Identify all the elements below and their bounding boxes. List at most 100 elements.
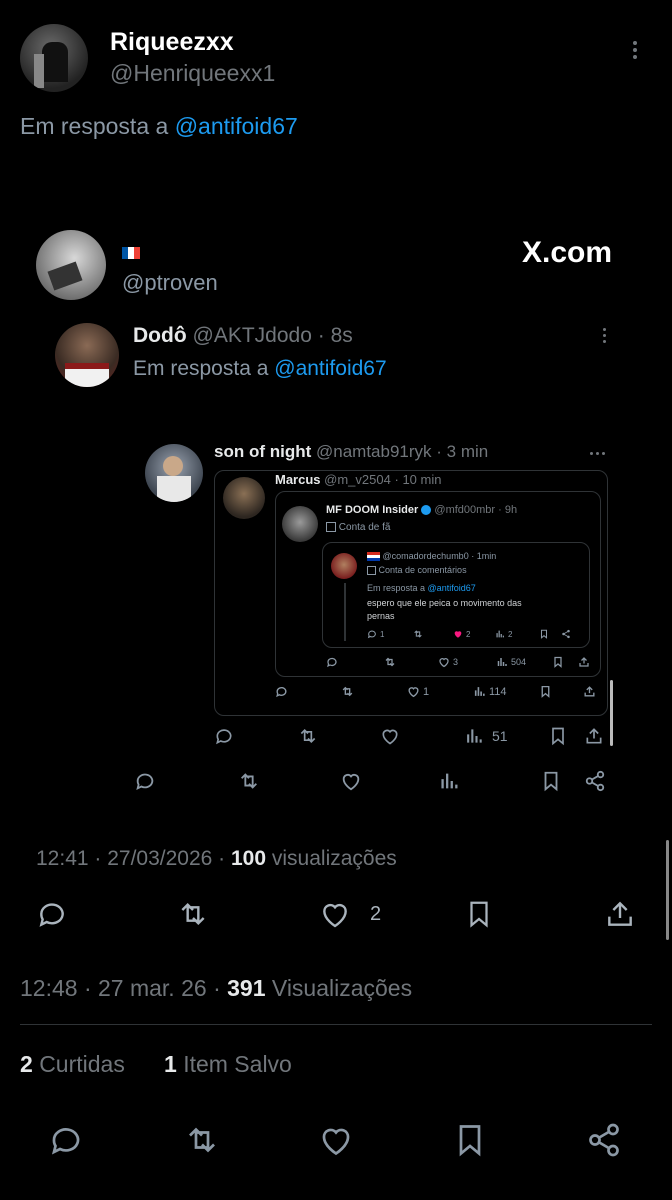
- image-meta-views-label: visualizações: [271, 847, 397, 870]
- mfdoom-retweet: [384, 656, 396, 668]
- comment-text-1: espero que ele peica o movimento das: [367, 598, 522, 608]
- marcus-like: 1: [407, 685, 429, 698]
- marcus-time: 10 min: [402, 472, 442, 487]
- verified-icon: [421, 505, 432, 516]
- marcus-avatar: [223, 477, 265, 519]
- comment-like: 2: [453, 629, 470, 639]
- mfdoom-share: [578, 656, 590, 668]
- marcus-reply: [275, 685, 288, 698]
- mfdoom-views: 504: [496, 656, 526, 668]
- marcus-name: Marcus: [275, 472, 321, 487]
- comment-reply-context: Em resposta a @antifoid67: [367, 583, 476, 593]
- retweet-icon: [189, 1127, 215, 1153]
- post-views-count[interactable]: 391: [227, 975, 265, 1001]
- reply-button[interactable]: [48, 1122, 84, 1158]
- flag-icon: [122, 244, 140, 262]
- mfdoom-bookmark: [552, 656, 564, 668]
- dodo-handle: @AKTJdodo: [192, 324, 312, 347]
- author-display-name[interactable]: Riqueezxx: [110, 28, 234, 57]
- image-meta: 12:41 · 27/03/2026 · 100 visualizações: [36, 847, 397, 871]
- dodo-bookmark: [540, 770, 562, 792]
- share-button[interactable]: [586, 1122, 622, 1158]
- son-bookmark: [548, 726, 568, 746]
- marcus-views: 114: [473, 685, 507, 698]
- image-like-icon: 2: [318, 898, 381, 930]
- post-meta: 12:48 · 27 mar. 26 · 391 Visualizações: [20, 975, 412, 1002]
- likes-count: 2: [20, 1051, 33, 1077]
- son-more-icon: [590, 452, 605, 455]
- marcus-screenshot: Marcus @m_v2504 · 10 min MF DOOM Insider…: [214, 470, 608, 716]
- son-views: 51: [464, 726, 508, 746]
- comment-flag-icon: [367, 552, 380, 562]
- image-share-icon: [604, 898, 636, 930]
- marcus-bookmark: [539, 685, 552, 698]
- inner-scrollbar: [610, 680, 613, 746]
- image-meta-time: 12:41 · 27/03/2026 ·: [36, 847, 226, 870]
- mfdoom-header: MF DOOM Insider @mfd00mbr · 9h: [326, 504, 518, 516]
- dodo-like: [340, 770, 362, 792]
- marcus-retweet: [341, 685, 354, 698]
- comment-label: Conta de comentários: [367, 565, 467, 576]
- son-retweet: [298, 726, 318, 746]
- mfdoom-avatar: [282, 506, 318, 542]
- dodo-reply-prefix: Em resposta a: [133, 357, 269, 380]
- son-time: 3 min: [446, 442, 489, 461]
- son-name: son of night: [214, 442, 312, 461]
- mfdoom-reply: [326, 656, 338, 668]
- saved-label: Item Salvo: [183, 1051, 292, 1077]
- dodo-more-icon: [603, 328, 606, 343]
- marcus-handle: @m_v2504: [324, 472, 391, 487]
- comment-header: @comadordechumb0 · 1min: [367, 551, 496, 562]
- marcus-header: Marcus @m_v2504 · 10 min: [275, 472, 442, 487]
- image-like-count: 2: [370, 902, 382, 925]
- attached-image[interactable]: @ptroven X.com Dodô @AKTJdodo · 8s Em re…: [0, 200, 672, 900]
- more-options-icon[interactable]: [633, 41, 637, 59]
- comment-reply: 1: [367, 629, 384, 639]
- comment-avatar: [331, 553, 357, 579]
- mfdoom-card: MF DOOM Insider @mfd00mbr · 9h Conta de …: [275, 491, 601, 677]
- image-bookmark-icon: [464, 898, 494, 930]
- son-header: son of night @namtab91ryk · 3 min: [214, 442, 489, 461]
- dodo-time: 8s: [330, 324, 353, 347]
- likes-label: Curtidas: [39, 1051, 125, 1077]
- retweet-button[interactable]: [184, 1122, 220, 1158]
- author-avatar[interactable]: [20, 24, 88, 92]
- mfdoom-time: 9h: [504, 504, 518, 516]
- comment-card: @comadordechumb0 · 1min Conta de comentá…: [322, 542, 590, 648]
- dodo-reply-to: @antifoid67: [274, 357, 387, 380]
- x-watermark: X.com: [522, 236, 613, 269]
- comment-text-2: pernas: [367, 611, 395, 621]
- son-like: [380, 726, 400, 746]
- reply-prefix: Em resposta a: [20, 113, 169, 139]
- reply-context: Em resposta a @antifoid67: [20, 113, 298, 140]
- bookmark-icon: [459, 1125, 481, 1157]
- likes-stat[interactable]: 2 Curtidas: [20, 1051, 125, 1078]
- post-time: 12:48 · 27 mar. 26 ·: [20, 975, 221, 1001]
- comment-account-icon: [367, 566, 376, 576]
- dodo-reply-context: Em resposta a @antifoid67: [133, 357, 387, 381]
- scroll-indicator: [666, 840, 669, 940]
- post-views-label: Visualizações: [271, 975, 413, 1001]
- comment-bookmark: [539, 629, 549, 639]
- son-share: [584, 726, 604, 746]
- son-of-night-avatar: [145, 444, 203, 502]
- comment-share: [561, 629, 571, 639]
- ptroven-handle: @ptroven: [122, 270, 218, 295]
- mfdoom-label: Conta de fã: [326, 522, 391, 533]
- dodo-avatar: [55, 323, 119, 387]
- mfdoom-handle: @mfd00mbr: [434, 504, 496, 516]
- reply-to-link[interactable]: @antifoid67: [175, 113, 298, 139]
- son-handle: @namtab91ryk: [316, 442, 432, 461]
- marcus-share: [583, 685, 596, 698]
- saved-count: 1: [164, 1051, 177, 1077]
- dodo-sep: ·: [317, 324, 325, 347]
- like-button[interactable]: [318, 1122, 354, 1158]
- image-retweet-icon: [176, 898, 210, 930]
- comment-retweet: [413, 629, 423, 639]
- saved-stat[interactable]: 1 Item Salvo: [164, 1051, 292, 1078]
- bookmark-button[interactable]: [452, 1122, 488, 1158]
- image-reply-icon: [36, 898, 68, 930]
- author-handle[interactable]: @Henriqueexx1: [110, 60, 275, 87]
- dodo-views: [438, 770, 460, 792]
- dodo-reply: [134, 770, 156, 792]
